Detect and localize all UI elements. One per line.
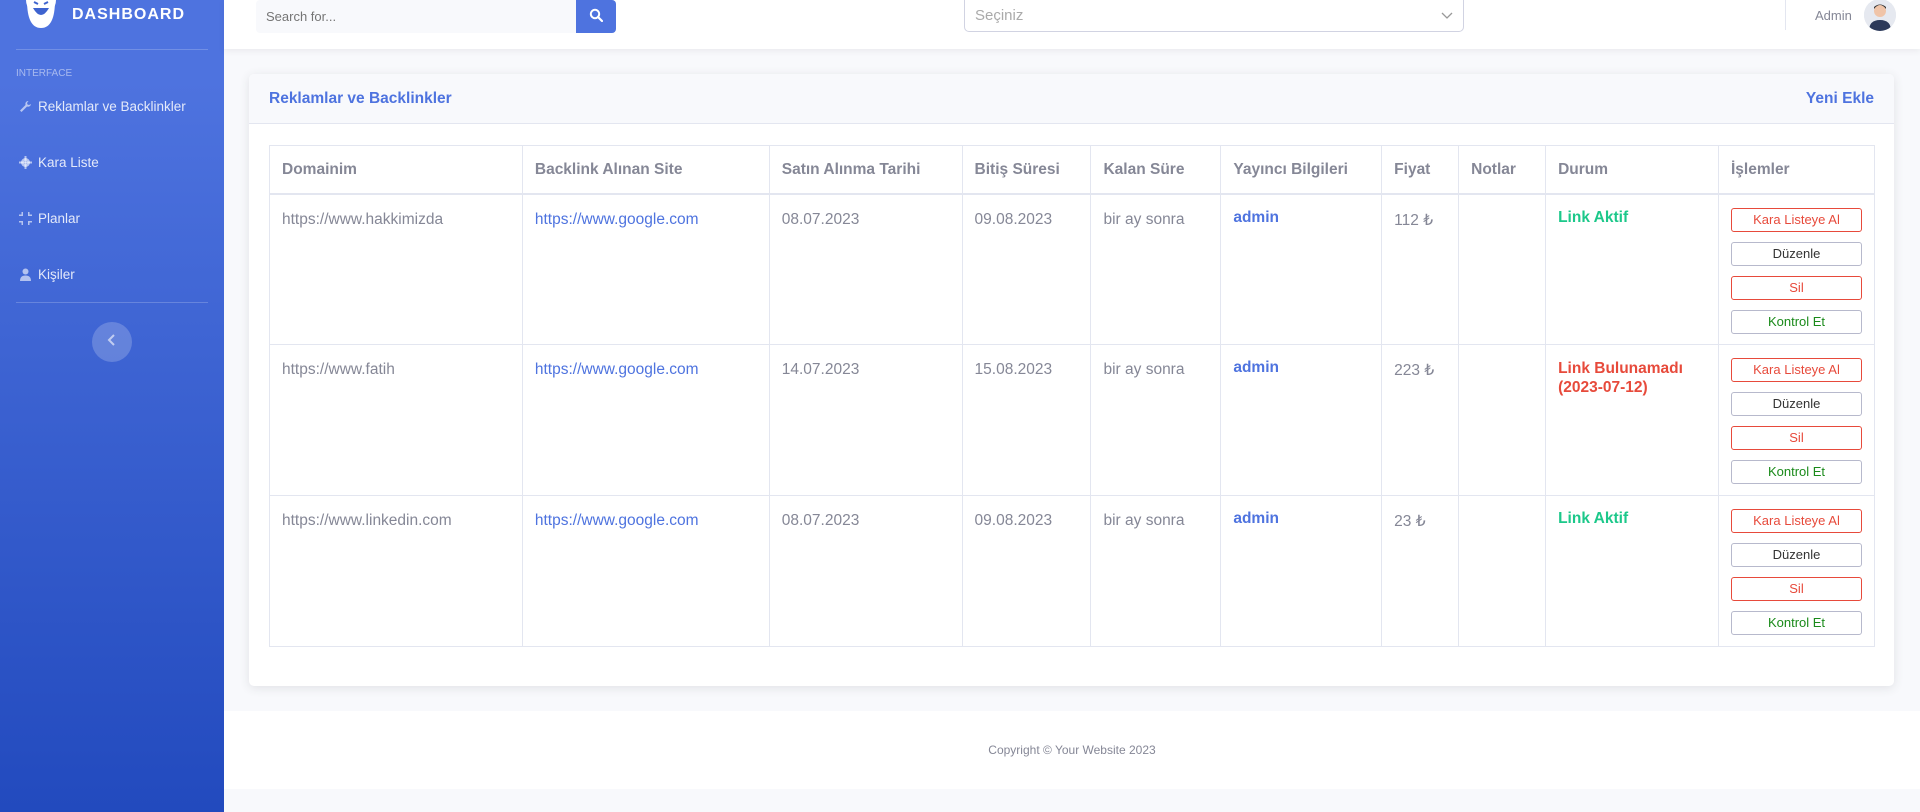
domain-cell: https://www.hakkimizda [269, 193, 523, 345]
column-header: İşlemler [1718, 145, 1875, 195]
sidebar-heading: INTERFACE [16, 68, 73, 79]
table-row: https://www.linkedin.com https://www.goo… [269, 495, 1875, 647]
purchase-date-cell: 08.07.2023 [768, 193, 963, 345]
footer: Copyright © Your Website 2023 [224, 711, 1920, 789]
select-placeholder: Seçiniz [975, 7, 1024, 24]
sidebar-item-kisiler[interactable]: Kişiler [0, 246, 224, 302]
column-header: Fiyat [1381, 145, 1460, 195]
column-header: Domainim [269, 145, 523, 195]
sidebar-item-kara-liste[interactable]: Kara Liste [0, 134, 224, 190]
site-select[interactable]: Seçiniz [964, 0, 1464, 32]
domain-cell: https://www.fatih [269, 344, 523, 496]
user-icon [18, 267, 32, 281]
table-row: https://www.fatih https://www.google.com… [269, 344, 1875, 496]
wrench-icon [18, 99, 32, 113]
column-header: Satın Alınma Tarihi [768, 145, 963, 195]
end-date-cell: 09.08.2023 [961, 495, 1092, 647]
status-badge: Link Aktif [1558, 208, 1629, 226]
sidebar-item-label: Planlar [38, 210, 81, 226]
user-menu[interactable]: Admin [1815, 0, 1896, 31]
sidebar-divider [16, 302, 208, 303]
status-badge: Link Aktif [1558, 510, 1629, 527]
end-date-cell: 09.08.2023 [961, 193, 1092, 345]
column-header: Durum [1545, 145, 1719, 195]
card-header: Reklamlar ve Backlinkler Yeni Ekle [249, 74, 1894, 124]
actions-cell: Kara Listeye Al Düzenle Sil Kontrol Et [1718, 193, 1875, 345]
notes-cell [1458, 344, 1547, 496]
sidebar: DASHBOARD INTERFACE Reklamlar ve Backlin… [0, 0, 224, 812]
actions-cell: Kara Listeye Al Düzenle Sil Kontrol Et [1718, 495, 1875, 647]
notes-cell [1458, 495, 1547, 647]
sidebar-item-label: Kara Liste [38, 154, 99, 170]
delete-button[interactable]: Sil [1731, 577, 1862, 601]
backlink-site-link[interactable]: https://www.google.com [535, 512, 699, 529]
blacklist-button[interactable]: Kara Listeye Al [1731, 509, 1862, 533]
table-row: https://www.hakkimizda https://www.googl… [269, 193, 1875, 345]
user-name: Admin [1815, 7, 1852, 23]
add-new-link[interactable]: Yeni Ekle [1806, 90, 1874, 108]
chevron-down-icon [1441, 7, 1453, 24]
remaining-cell: bir ay sonra [1090, 495, 1222, 647]
brand-title: DASHBOARD [72, 6, 185, 23]
remaining-cell: bir ay sonra [1090, 344, 1222, 496]
status-badge: Link Bulunamadı (2023-07-12) [1558, 360, 1683, 396]
publisher-link[interactable]: admin [1233, 359, 1279, 376]
purchase-date-cell: 08.07.2023 [768, 495, 963, 647]
sidebar-item-label: Kişiler [38, 266, 75, 282]
blacklist-button[interactable]: Kara Listeye Al [1731, 358, 1862, 382]
gear-icon [18, 155, 32, 169]
edit-button[interactable]: Düzenle [1731, 241, 1862, 266]
publisher-link[interactable]: admin [1233, 510, 1279, 527]
sidebar-item-planlar[interactable]: Planlar [0, 190, 224, 246]
topbar-divider [1785, 0, 1786, 30]
delete-button[interactable]: Sil [1731, 426, 1862, 450]
backlink-site-link[interactable]: https://www.google.com [535, 361, 699, 378]
edit-button[interactable]: Düzenle [1731, 392, 1862, 416]
sidebar-item-reklamlar[interactable]: Reklamlar ve Backlinkler [0, 78, 224, 134]
price-cell: 112 ₺ [1381, 193, 1460, 345]
laughing-face-icon [24, 0, 58, 30]
price-cell: 23 ₺ [1381, 495, 1460, 647]
search-form [256, 0, 616, 33]
topbar: Seçiniz Admin [224, 0, 1920, 49]
chevron-left-icon [107, 333, 117, 351]
backlinks-table: Domainim Backlink Alınan Site Satın Alın… [269, 145, 1875, 647]
purchase-date-cell: 14.07.2023 [768, 344, 963, 496]
column-header: Notlar [1458, 145, 1547, 195]
avatar [1863, 0, 1896, 31]
column-header: Bitiş Süresi [961, 145, 1092, 195]
sidebar-toggle-button[interactable] [92, 322, 132, 362]
remaining-cell: bir ay sonra [1090, 193, 1222, 345]
compress-icon [18, 211, 32, 225]
end-date-cell: 15.08.2023 [961, 344, 1092, 496]
check-button[interactable]: Kontrol Et [1731, 309, 1862, 334]
table-header-row: Domainim Backlink Alınan Site Satın Alın… [269, 145, 1875, 195]
notes-cell [1458, 193, 1547, 345]
backlinks-card: Reklamlar ve Backlinkler Yeni Ekle Domai… [249, 74, 1894, 686]
check-button[interactable]: Kontrol Et [1731, 611, 1862, 635]
check-button[interactable]: Kontrol Et [1731, 460, 1862, 484]
card-title: Reklamlar ve Backlinkler [269, 89, 452, 107]
blacklist-button[interactable]: Kara Listeye Al [1731, 207, 1862, 232]
edit-button[interactable]: Düzenle [1731, 543, 1862, 567]
brand[interactable]: DASHBOARD [0, 0, 224, 30]
search-button[interactable] [576, 0, 616, 33]
actions-cell: Kara Listeye Al Düzenle Sil Kontrol Et [1718, 344, 1875, 496]
search-icon [589, 8, 604, 25]
delete-button[interactable]: Sil [1731, 275, 1862, 300]
sidebar-item-label: Reklamlar ve Backlinkler [38, 98, 186, 114]
price-cell: 223 ₺ [1381, 344, 1460, 496]
domain-cell: https://www.linkedin.com [269, 495, 523, 647]
search-input[interactable] [256, 0, 576, 33]
backlink-site-link[interactable]: https://www.google.com [535, 211, 699, 228]
publisher-link[interactable]: admin [1233, 209, 1279, 226]
column-header: Yayıncı Bilgileri [1220, 145, 1383, 195]
column-header: Kalan Süre [1090, 145, 1222, 195]
copyright-text: Copyright © Your Website 2023 [988, 743, 1156, 757]
column-header: Backlink Alınan Site [521, 145, 770, 195]
